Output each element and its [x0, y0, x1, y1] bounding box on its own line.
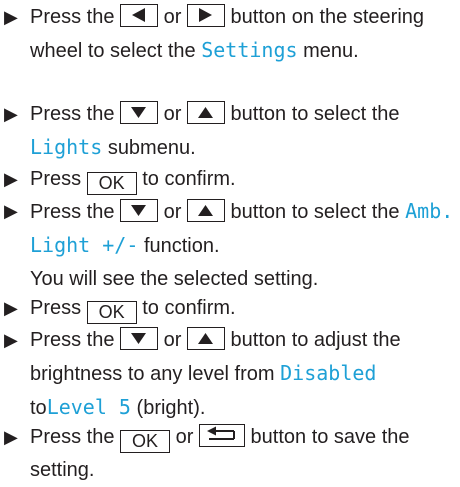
display-term: Level 5	[46, 395, 131, 419]
step-2: ▶ Press the or button to select the Ligh…	[4, 98, 456, 165]
step-text: or	[163, 201, 182, 223]
up-arrow-key-icon	[186, 199, 225, 222]
step-text: button to select the	[230, 201, 400, 223]
step-text: Press the	[30, 6, 115, 28]
bullet-icon: ▶	[4, 427, 18, 447]
left-arrow-key-icon	[120, 4, 159, 27]
step-text: Press	[30, 297, 82, 319]
step-7: ▶ Press the OK or button to save the set…	[4, 421, 456, 487]
ok-key: OK	[120, 430, 171, 453]
step-3: ▶ Press OK to confirm.	[4, 163, 456, 196]
step-5: ▶ Press OK to confirm.	[4, 292, 456, 325]
step-text: to confirm.	[142, 168, 236, 190]
bullet-icon: ▶	[4, 7, 18, 27]
display-term: Settings	[201, 38, 298, 62]
bullet-icon: ▶	[4, 104, 18, 124]
step-text: function.	[143, 235, 220, 257]
step-text: to confirm.	[142, 297, 236, 319]
step-text: Press the	[30, 201, 115, 223]
step-1: ▶ Press the or button on the steering wh…	[4, 1, 456, 68]
bullet-icon: ▶	[4, 298, 18, 318]
step-text: button to select the	[230, 103, 400, 125]
step-text: menu.	[303, 40, 359, 62]
back-key-icon	[198, 424, 245, 447]
step-text: or	[163, 329, 182, 351]
step-text: or	[163, 103, 182, 125]
step-text: or	[175, 426, 194, 448]
step-text: Press the	[30, 103, 115, 125]
up-arrow-key-icon	[186, 101, 225, 124]
step-text: Press	[30, 168, 82, 190]
bullet-icon: ▶	[4, 201, 18, 221]
step-4: ▶ Press the or button to select the Amb.…	[4, 195, 456, 296]
display-term: Lights	[30, 135, 103, 159]
right-arrow-key-icon	[186, 4, 225, 27]
up-arrow-key-icon	[186, 327, 225, 350]
result-text: You will see the selected setting.	[30, 268, 319, 290]
step-text: Press the	[30, 329, 115, 351]
step-6: ▶ Press the or button to adjust the brig…	[4, 324, 456, 425]
step-text: submenu.	[107, 137, 196, 159]
down-arrow-key-icon	[120, 327, 159, 350]
instruction-list: ▶ Press the or button on the steering wh…	[0, 0, 460, 487]
down-arrow-key-icon	[120, 101, 159, 124]
down-arrow-key-icon	[120, 199, 159, 222]
step-text: Press the	[30, 426, 115, 448]
bullet-icon: ▶	[4, 169, 18, 189]
bullet-icon: ▶	[4, 330, 18, 350]
step-text: to	[30, 397, 47, 419]
ok-key: OK	[86, 172, 137, 195]
step-text: (bright).	[136, 397, 206, 419]
ok-key: OK	[86, 301, 137, 324]
step-text: or	[163, 6, 182, 28]
display-term: Disabled	[280, 361, 377, 385]
